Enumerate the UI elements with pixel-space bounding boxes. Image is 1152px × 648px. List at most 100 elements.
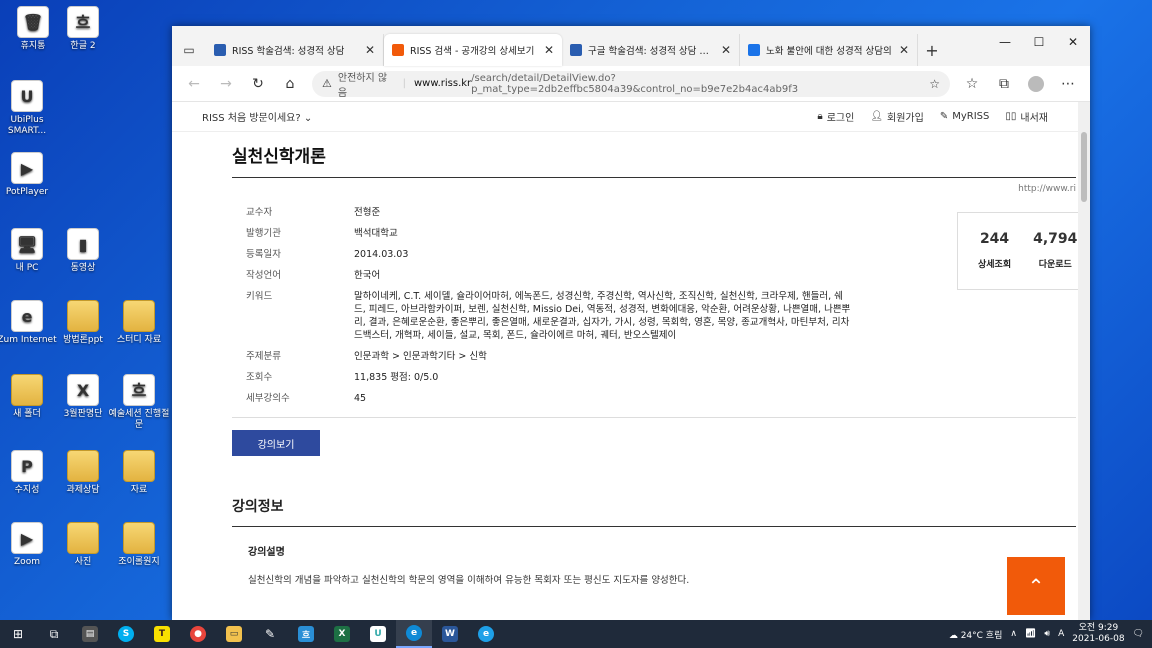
file-explorer-icon[interactable]: ▭ xyxy=(216,620,252,648)
task-view-icon[interactable]: ⧉ xyxy=(36,620,72,648)
favorites-icon[interactable]: ☆ xyxy=(956,70,988,98)
browser-tab[interactable]: 노화 불안에 대한 성경적 상담의 ✕ xyxy=(740,34,918,66)
skype-icon[interactable]: S xyxy=(108,620,144,648)
desktop-item-icon: ▶ xyxy=(11,522,43,554)
desktop-icon[interactable]: 🖥 내 PC xyxy=(0,228,58,274)
pen-icon[interactable]: ✎ xyxy=(252,620,288,648)
info-key: 조회수 xyxy=(246,372,273,383)
stat-views: 244 상세조회 xyxy=(978,231,1012,270)
clock[interactable]: 오전 9:29 2021-06-08 xyxy=(1072,623,1124,645)
new-tab-button[interactable]: + xyxy=(918,34,946,66)
desktop-icon[interactable]: 자료 xyxy=(108,450,170,496)
desktop-icon-label: 과제상담 xyxy=(66,485,100,495)
desktop-icon-label: 수지성 xyxy=(14,485,40,495)
desktop-icon[interactable]: ▮ 동영상 xyxy=(52,228,114,274)
tab-close-icon[interactable]: ✕ xyxy=(544,43,554,57)
desktop-icon[interactable]: X 3월판명단 xyxy=(52,374,114,420)
scrollbar-thumb[interactable] xyxy=(1081,132,1087,202)
maximize-icon[interactable]: ☐ xyxy=(1022,26,1056,58)
more-menu-icon[interactable]: ⋯ xyxy=(1052,70,1084,98)
desktop-icon-label: Zum Internet xyxy=(0,335,57,345)
profile-avatar[interactable] xyxy=(1020,70,1052,98)
network-icon[interactable]: 📶︎ xyxy=(1025,629,1036,639)
info-value: 11,835 평점: 0/5.0 xyxy=(354,372,439,383)
info-key: 키워드 xyxy=(246,291,273,302)
forward-icon[interactable]: → xyxy=(210,70,242,98)
browser-tab[interactable]: RISS 검색 - 공개강의 상세보기 ✕ xyxy=(384,34,562,66)
tab-close-icon[interactable]: ✕ xyxy=(365,43,375,57)
info-key: 발행기관 xyxy=(246,228,281,239)
stats-box: 244 상세조회 4,794 다운로드 xyxy=(957,212,1078,290)
desktop-icon[interactable]: 흐 예술세션 진행절문 xyxy=(108,374,170,431)
info-key: 등록일자 xyxy=(246,249,281,260)
hangul-icon[interactable]: 흐 xyxy=(288,620,324,648)
tab-close-icon[interactable]: ✕ xyxy=(899,43,909,57)
desktop-icon[interactable]: U UbiPlus SMART... xyxy=(0,80,58,137)
url-field[interactable]: ⚠ 안전하지 않음 | www.riss.kr /search/detail/D… xyxy=(312,70,950,99)
url-path: /search/detail/DetailView.do?p_mat_type=… xyxy=(471,72,799,95)
desktop-item-icon xyxy=(123,300,155,332)
add-favorite-icon[interactable]: ☆ xyxy=(929,77,940,91)
tab-actions-icon[interactable]: ▭ xyxy=(172,34,206,66)
library-link[interactable]: ▯▯ 내서재 xyxy=(1005,109,1048,124)
browser-tab[interactable]: 구글 학술검색: 성경적 상담 검색 ✕ xyxy=(562,34,740,66)
home-icon[interactable]: ⌂ xyxy=(274,70,306,98)
view-lecture-button[interactable]: 강의보기 xyxy=(232,430,320,456)
desktop-icon-label: 3월판명단 xyxy=(63,409,103,419)
page-scrollbar[interactable] xyxy=(1078,102,1090,620)
stat-downloads: 4,794 다운로드 xyxy=(1033,231,1078,270)
desktop-icon-label: 사진 xyxy=(74,557,92,567)
excel-icon[interactable]: X xyxy=(324,620,360,648)
refresh-icon[interactable]: ↻ xyxy=(242,70,274,98)
start-icon[interactable]: ⊞ xyxy=(0,620,36,648)
info-value: 말하이네케, C.T. 세이델, 슐라이어마허, 에녹폰드, 성경신학, 주경신… xyxy=(354,291,851,341)
store-icon[interactable]: ▤ xyxy=(72,620,108,648)
user-plus-icon: 👤︎ xyxy=(870,111,884,122)
collections-icon[interactable]: ⧉ xyxy=(988,70,1020,98)
desktop-item-icon xyxy=(123,450,155,482)
insecure-label: 안전하지 않음 xyxy=(337,72,388,99)
kakaotalk-icon[interactable]: T xyxy=(144,620,180,648)
scroll-to-top-button[interactable]: ⌃ xyxy=(1007,557,1065,615)
ie-icon[interactable]: e xyxy=(468,620,504,648)
word-icon[interactable]: W xyxy=(432,620,468,648)
tab-title: 구글 학술검색: 성경적 상담 검색 xyxy=(588,46,715,57)
desktop-icon-label: 자료 xyxy=(130,485,148,495)
desktop-icon[interactable]: 새 폴더 xyxy=(0,374,58,420)
desktop-item-icon: 흐 xyxy=(123,374,155,406)
desktop-icon[interactable]: 과제상담 xyxy=(52,450,114,496)
signup-link[interactable]: 👤︎ 회원가입 xyxy=(870,109,924,124)
desktop-icon-label: 조이롤원지 xyxy=(118,557,160,567)
minimize-icon[interactable]: — xyxy=(988,26,1022,58)
desktop-icon[interactable]: 흐 한글 2 xyxy=(52,6,114,52)
desktop-icon[interactable]: 스터디 자료 xyxy=(108,300,170,346)
ubiplus-icon[interactable]: U xyxy=(360,620,396,648)
desktop-icon[interactable]: 사진 xyxy=(52,522,114,568)
weather-widget[interactable]: ☁ 24°C 흐림 xyxy=(949,628,1003,641)
desktop-icon-label: PotPlayer xyxy=(5,187,49,197)
info-value: 45 xyxy=(354,393,367,404)
notifications-icon[interactable]: 🗨︎ xyxy=(1133,629,1144,639)
edge-icon[interactable]: e xyxy=(396,620,432,648)
volume-icon[interactable]: 🔊︎ xyxy=(1044,629,1050,639)
tab-bar: ▭ RISS 학술검색: 성경적 상담 ✕ RISS 검색 - 공개강의 상세보기 ✕… xyxy=(172,26,1090,66)
tab-title: 노화 불안에 대한 성경적 상담의 xyxy=(766,46,892,57)
desktop-icon[interactable]: ▶ Zoom xyxy=(0,522,58,568)
login-link[interactable]: 🔒︎ 로그인 xyxy=(817,109,854,124)
browser-tab[interactable]: RISS 학술검색: 성경적 상담 ✕ xyxy=(206,34,384,66)
desktop-icon[interactable]: 방법론ppt xyxy=(52,300,114,346)
desktop-icon[interactable]: e Zum Internet xyxy=(0,300,58,346)
ime-icon[interactable]: A xyxy=(1058,629,1064,639)
desktop-item-icon: 🖥 xyxy=(11,228,43,260)
chrome-icon[interactable]: ● xyxy=(180,620,216,648)
tray-chevron-icon[interactable]: ∧ xyxy=(1010,629,1017,639)
desktop-icon[interactable]: P 수지성 xyxy=(0,450,58,496)
desktop-icon[interactable]: ▶ PotPlayer xyxy=(0,152,58,198)
close-icon[interactable]: ✕ xyxy=(1056,26,1090,58)
myriss-link[interactable]: ✎ MyRISS xyxy=(940,109,990,124)
back-icon[interactable]: ← xyxy=(178,70,210,98)
first-visit-link[interactable]: RISS 처음 방문이세요? ⌄ xyxy=(202,109,817,124)
tab-close-icon[interactable]: ✕ xyxy=(721,43,731,57)
desktop-icon[interactable]: 조이롤원지 xyxy=(108,522,170,568)
desktop-item-icon xyxy=(67,522,99,554)
